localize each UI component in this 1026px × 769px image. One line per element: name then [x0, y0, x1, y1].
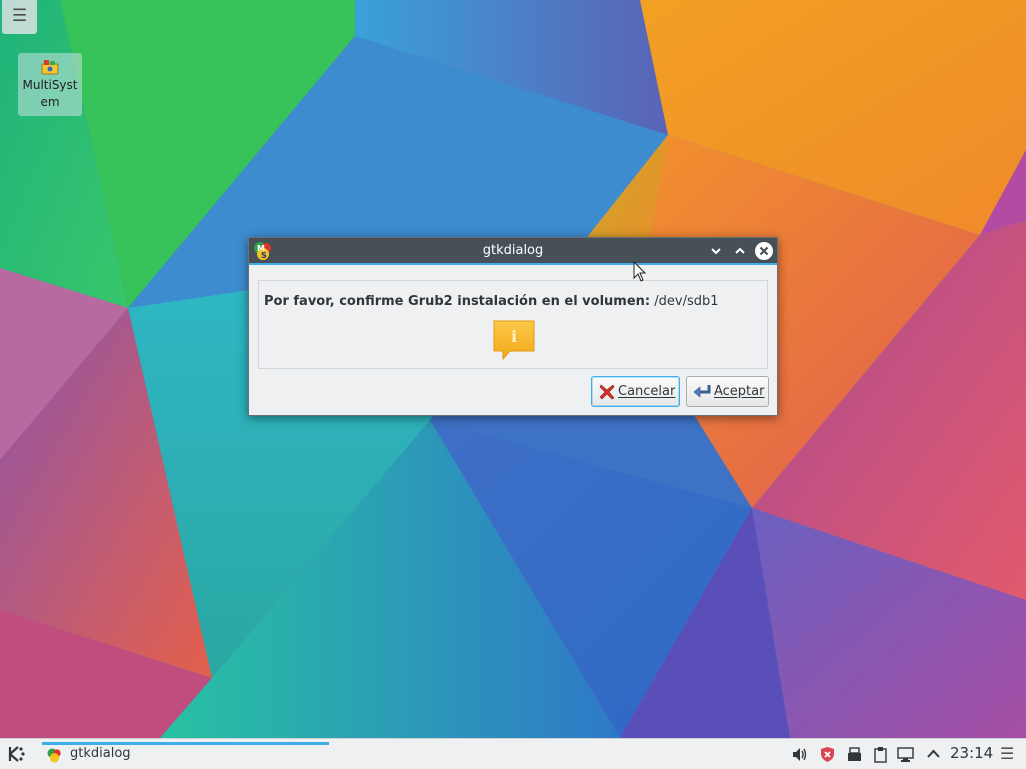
clock[interactable]: 23:14: [950, 744, 993, 762]
message-frame: Por favor, confirme Grub2 instalación en…: [258, 280, 768, 369]
usb-drive-icon[interactable]: [846, 746, 863, 763]
window-title: gtkdialog: [482, 243, 544, 258]
multisystem-app-icon: [47, 748, 61, 763]
accept-button-label: Aceptar: [714, 384, 765, 399]
network-icon[interactable]: [897, 746, 914, 763]
volume-path: /dev/sdb1: [654, 294, 719, 309]
desktop-icon-label: MultiSystem: [22, 78, 78, 109]
close-button[interactable]: [754, 241, 774, 261]
close-icon: [755, 242, 773, 260]
desktop-toolbox-button[interactable]: ☰: [2, 0, 37, 34]
shield-update-icon[interactable]: [819, 746, 836, 763]
info-icon: i: [493, 320, 535, 360]
enter-arrow-icon: [693, 385, 711, 398]
task-label: gtkdialog: [70, 746, 131, 761]
clipboard-icon[interactable]: [872, 746, 889, 763]
accept-button[interactable]: Aceptar: [686, 376, 769, 407]
svg-text:i: i: [511, 327, 517, 346]
gtkdialog-window: M S gtkdialog Por favor, confirme Grub2 …: [248, 237, 778, 416]
chevron-up-icon: [735, 247, 745, 254]
message-text: Por favor, confirme Grub2 instalación en…: [264, 294, 651, 309]
active-task-indicator: [42, 742, 329, 745]
cancel-button-label: Cancelar: [618, 384, 676, 399]
desktop-icon-multisystem[interactable]: MultiSystem: [18, 53, 82, 116]
multisystem-app-icon: [41, 60, 59, 75]
cancel-button[interactable]: Cancelar: [591, 376, 680, 407]
volume-icon[interactable]: [791, 746, 808, 763]
window-titlebar[interactable]: M S gtkdialog: [249, 238, 777, 265]
confirmation-message: Por favor, confirme Grub2 instalación en…: [264, 294, 719, 309]
minimize-button[interactable]: [706, 241, 726, 261]
task-gtkdialog[interactable]: gtkdialog: [42, 739, 329, 769]
cancel-x-icon: [599, 384, 615, 400]
maximize-button[interactable]: [730, 241, 750, 261]
expand-tray-icon[interactable]: [925, 746, 942, 763]
kde-logo-icon[interactable]: [7, 744, 27, 764]
panel-menu-icon[interactable]: ☰: [1000, 744, 1014, 763]
chevron-down-icon: [711, 248, 721, 255]
taskbar-panel: gtkdialog 23:14 ☰: [0, 738, 1026, 769]
hamburger-menu-icon: ☰: [11, 6, 28, 26]
